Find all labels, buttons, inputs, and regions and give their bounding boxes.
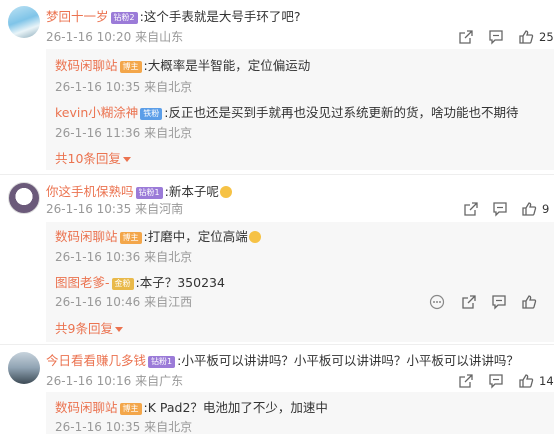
reply-location: 来自北京 <box>144 80 193 94</box>
fan-badge: 钻粉1 <box>135 187 163 199</box>
comment-icon[interactable] <box>488 29 504 45</box>
author-badge: 博主 <box>119 61 142 73</box>
comment-meta: 26-1-16 10:20 来自山东 <box>46 28 183 45</box>
reply-time: 26-1-16 10:35 <box>55 420 141 434</box>
avatar[interactable] <box>8 352 40 384</box>
emoji-icon <box>219 186 232 198</box>
comment-username[interactable]: 你这手机保熟吗 <box>46 184 134 199</box>
comment-time: 26-1-16 10:35 <box>46 202 132 216</box>
comment-location: 来自河南 <box>135 202 184 216</box>
more-replies-label: 共10条回复 <box>55 151 121 166</box>
reply-meta: 26-1-16 10:35 来自北京 <box>55 78 192 95</box>
reply-text: :大概率是半智能，定位偏运动 <box>143 58 311 73</box>
thumbs-up-icon[interactable] <box>521 294 537 310</box>
reply-text: :本子？350234 <box>135 275 225 290</box>
thumbs-up-icon[interactable] <box>518 29 534 45</box>
like-count: 9 <box>542 202 550 216</box>
share-icon[interactable] <box>458 29 474 45</box>
avatar[interactable] <box>8 182 40 214</box>
reply-location: 来自北京 <box>144 250 193 264</box>
reply-header: kevin小糊涂神 铁粉:反正也还是买到手就再也没见过系统更新的货，啥功能也不期待 <box>55 102 519 121</box>
comment-time: 26-1-16 10:16 <box>46 374 132 388</box>
reply-meta: 26-1-16 10:35 来自北京 <box>55 418 192 435</box>
reply-time: 26-1-16 10:36 <box>55 250 141 264</box>
reply-location: 来自江西 <box>144 295 193 309</box>
reply-username[interactable]: kevin小糊涂神 <box>55 105 138 120</box>
comment-text: :新本子呢 <box>164 184 219 199</box>
thumbs-up-icon[interactable] <box>518 373 534 389</box>
more-replies-link[interactable]: 共9条回复 <box>55 318 123 337</box>
reply-username[interactable]: 图图老爹- <box>55 275 110 290</box>
emoji-icon <box>248 231 261 243</box>
more-replies-link[interactable]: 共10条回复 <box>55 148 131 167</box>
like-count: 25 <box>539 30 554 44</box>
reply-header: 数码闲聊站 博主:大概率是半智能，定位偏运动 <box>55 55 310 74</box>
share-icon[interactable] <box>461 294 477 310</box>
comment-actions: 14 <box>458 373 554 389</box>
reply-actions <box>429 294 537 310</box>
comment-location: 来自山东 <box>135 30 184 44</box>
fan-badge: 金粉 <box>111 278 134 290</box>
comment-icon[interactable] <box>491 294 507 310</box>
comment-location: 来自广东 <box>135 374 184 388</box>
reply-time: 26-1-16 10:46 <box>55 295 141 309</box>
author-badge: 博主 <box>119 232 142 244</box>
like-count: 14 <box>539 374 554 388</box>
comment-username[interactable]: 今日看看赚几多钱 <box>46 353 146 368</box>
comment-header: 梦回十一岁 钻粉2:这个手表就是大号手环了吧? <box>46 6 300 25</box>
reply-header: 数码闲聊站 博主:K Pad2？电池加了不少，加速中 <box>55 397 328 416</box>
reply-meta: 26-1-16 10:36 来自北京 <box>55 248 192 265</box>
comment-icon[interactable] <box>488 373 504 389</box>
share-icon[interactable] <box>458 373 474 389</box>
reply-location: 来自北京 <box>144 420 193 434</box>
reply-username[interactable]: 数码闲聊站 <box>55 400 118 415</box>
comment-actions: 25 <box>458 29 554 45</box>
more-replies-label: 共9条回复 <box>55 321 113 336</box>
comment-icon[interactable] <box>492 201 508 217</box>
reply-time: 26-1-16 11:36 <box>55 126 141 140</box>
author-badge: 博主 <box>119 403 142 415</box>
avatar[interactable] <box>8 6 40 38</box>
comment-text: :这个手表就是大号手环了吧? <box>139 9 301 24</box>
reply-text: :打磨中，定位高端 <box>143 229 248 244</box>
reply-location: 来自北京 <box>144 126 193 140</box>
fan-badge: 铁粉 <box>140 108 163 120</box>
comment-header: 今日看看赚几多钱 钻粉1:小平板可以讲讲吗？小平板可以讲讲吗？小平板可以讲讲吗？ <box>46 350 519 369</box>
caret-down-icon <box>122 157 131 162</box>
reply-text: :K Pad2？电池加了不少，加速中 <box>143 400 328 415</box>
comment-username[interactable]: 梦回十一岁 <box>46 9 109 24</box>
share-icon[interactable] <box>463 201 479 217</box>
comment-actions: 9 <box>463 201 549 217</box>
more-dots-icon[interactable] <box>429 294 445 310</box>
divider <box>0 174 554 175</box>
reply-meta: 26-1-16 11:36 来自北京 <box>55 124 192 141</box>
fan-badge: 钻粉2 <box>110 12 138 24</box>
comment-meta: 26-1-16 10:16 来自广东 <box>46 372 183 389</box>
comment-time: 26-1-16 10:20 <box>46 30 132 44</box>
reply-text: :反正也还是买到手就再也没见过系统更新的货，啥功能也不期待 <box>164 105 519 120</box>
reply-header: 数码闲聊站 博主:打磨中，定位高端 <box>55 226 261 245</box>
caret-down-icon <box>114 327 123 332</box>
reply-header: 图图老爹- 金粉:本子？350234 <box>55 272 225 291</box>
reply-time: 26-1-16 10:35 <box>55 80 141 94</box>
reply-username[interactable]: 数码闲聊站 <box>55 58 118 73</box>
divider <box>0 344 554 345</box>
thumbs-up-icon[interactable] <box>521 201 537 217</box>
comment-text: :小平板可以讲讲吗？小平板可以讲讲吗？小平板可以讲讲吗？ <box>177 353 519 368</box>
reply-meta: 26-1-16 10:46 来自江西 <box>55 293 192 310</box>
comment-header: 你这手机保熟吗 钻粉1:新本子呢 <box>46 181 232 200</box>
fan-badge: 钻粉1 <box>148 356 176 368</box>
reply-username[interactable]: 数码闲聊站 <box>55 229 118 244</box>
comment-meta: 26-1-16 10:35 来自河南 <box>46 200 183 217</box>
